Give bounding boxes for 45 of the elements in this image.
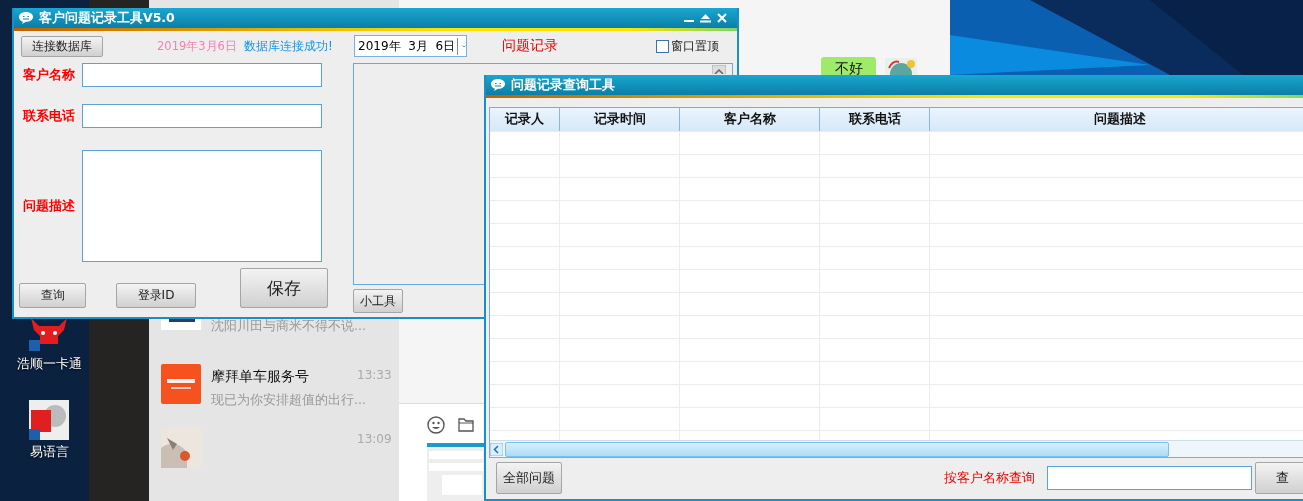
window-title: 客户问题记录工具V5.0 xyxy=(39,9,175,27)
topmost-checkbox[interactable]: 窗口置顶 xyxy=(656,37,719,55)
app-icon[interactable] xyxy=(29,400,69,440)
chat-time: 13:33 xyxy=(357,368,392,382)
icon-label: 浩顺一卡通 xyxy=(16,355,82,373)
field-label: 客户名称 xyxy=(22,66,76,84)
input-field[interactable] xyxy=(82,63,322,87)
chat-time: 13:09 xyxy=(357,432,392,446)
query-button[interactable]: 查 xyxy=(1255,462,1303,494)
window-title: 问题记录查询工具 xyxy=(511,76,615,94)
connect-button[interactable]: 连接数据库 xyxy=(21,35,103,57)
search-field[interactable] xyxy=(1047,466,1253,490)
column-header[interactable]: 联系电话 xyxy=(820,108,930,131)
date-text: 2019年3月6日 xyxy=(157,38,238,54)
folder-icon[interactable] xyxy=(458,418,474,432)
tools-button[interactable]: 小工具 xyxy=(353,289,403,313)
field-label: 联系电话 xyxy=(22,107,76,125)
scrollbar-thumb[interactable] xyxy=(505,441,1169,457)
search-label: 按客户名称查询 xyxy=(944,469,1036,487)
text-area[interactable] xyxy=(82,150,322,262)
date-picker[interactable]: 2019年 3月 6日 xyxy=(354,35,467,57)
column-header[interactable]: 记录时间 xyxy=(560,108,680,131)
column-header[interactable]: 客户名称 xyxy=(680,108,820,131)
chat-preview: 现已为你安排超值的出行... xyxy=(211,392,366,409)
avatar-icon xyxy=(161,364,201,404)
bull-icon[interactable] xyxy=(29,316,69,352)
section-heading: 问题记录 xyxy=(502,37,559,55)
chat-icon xyxy=(18,11,34,25)
input-field[interactable] xyxy=(82,104,322,128)
icon-label: 易语言 xyxy=(29,443,69,461)
maximize-icon[interactable] xyxy=(700,13,711,23)
chat-icon xyxy=(490,78,506,92)
column-header[interactable]: 记录人 xyxy=(490,108,560,131)
action-button[interactable]: 查询 xyxy=(19,283,86,308)
smiley-icon[interactable] xyxy=(427,416,445,434)
chat-preview: 沈阳川田与商米不得不说... xyxy=(211,318,366,335)
all-issues-button[interactable]: 全部问题 xyxy=(496,462,563,494)
column-header[interactable]: 问题描述 xyxy=(930,108,1303,131)
action-button[interactable]: 登录ID xyxy=(116,283,196,308)
field-label: 问题描述 xyxy=(22,197,76,215)
chat-title[interactable]: 摩拜单车服务号 xyxy=(211,368,309,386)
action-button[interactable]: 保存 xyxy=(240,268,328,308)
close-icon[interactable] xyxy=(717,13,727,23)
status-text: 数据库连接成功! xyxy=(244,37,334,55)
scroll-left-icon[interactable] xyxy=(490,442,503,456)
